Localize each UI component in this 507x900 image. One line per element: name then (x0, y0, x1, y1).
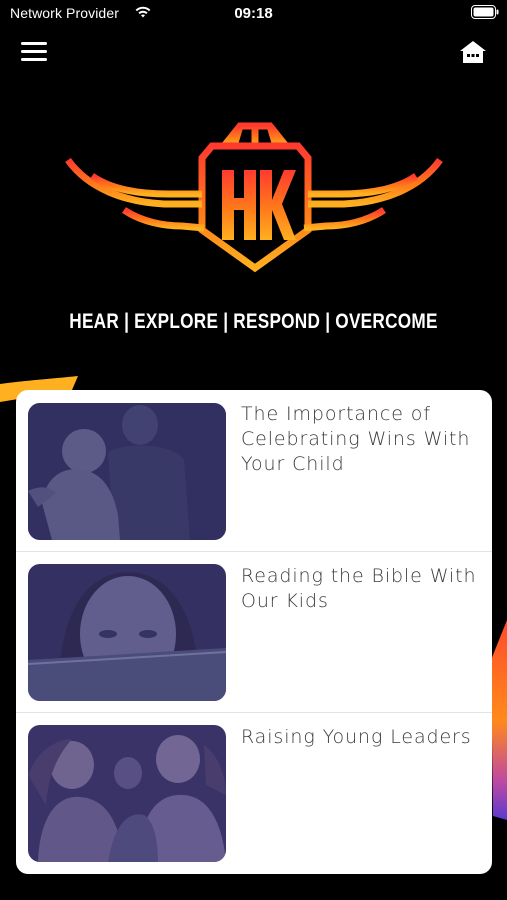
article-thumbnail-image (28, 403, 226, 540)
article-list: The Importance of Celebrating Wins With … (16, 390, 492, 874)
home-button[interactable] (456, 38, 490, 66)
battery-icon (471, 5, 499, 19)
article-card[interactable]: The Importance of Celebrating Wins With … (16, 390, 492, 551)
article-card[interactable]: Reading the Bible With Our Kids (16, 551, 492, 713)
tagline: HEAR | EXPLORE | RESPOND | OVERCOME (69, 310, 438, 333)
article-title: Raising Young Leaders (241, 726, 472, 748)
article-title: Reading the Bible With Our Kids (241, 565, 477, 612)
status-time: 09:18 (234, 5, 273, 22)
status-bar: Network Provider 09:18 (0, 0, 507, 28)
article-card[interactable]: Raising Young Leaders (16, 712, 492, 874)
article-thumbnail-image (28, 564, 226, 701)
home-icon (460, 41, 486, 63)
article-thumbnail-image (28, 725, 226, 862)
hamburger-menu-icon (21, 42, 47, 61)
hk-logo (65, 122, 443, 273)
menu-button[interactable] (18, 38, 50, 66)
article-title: The Importance of Celebrating Wins With … (241, 403, 471, 475)
